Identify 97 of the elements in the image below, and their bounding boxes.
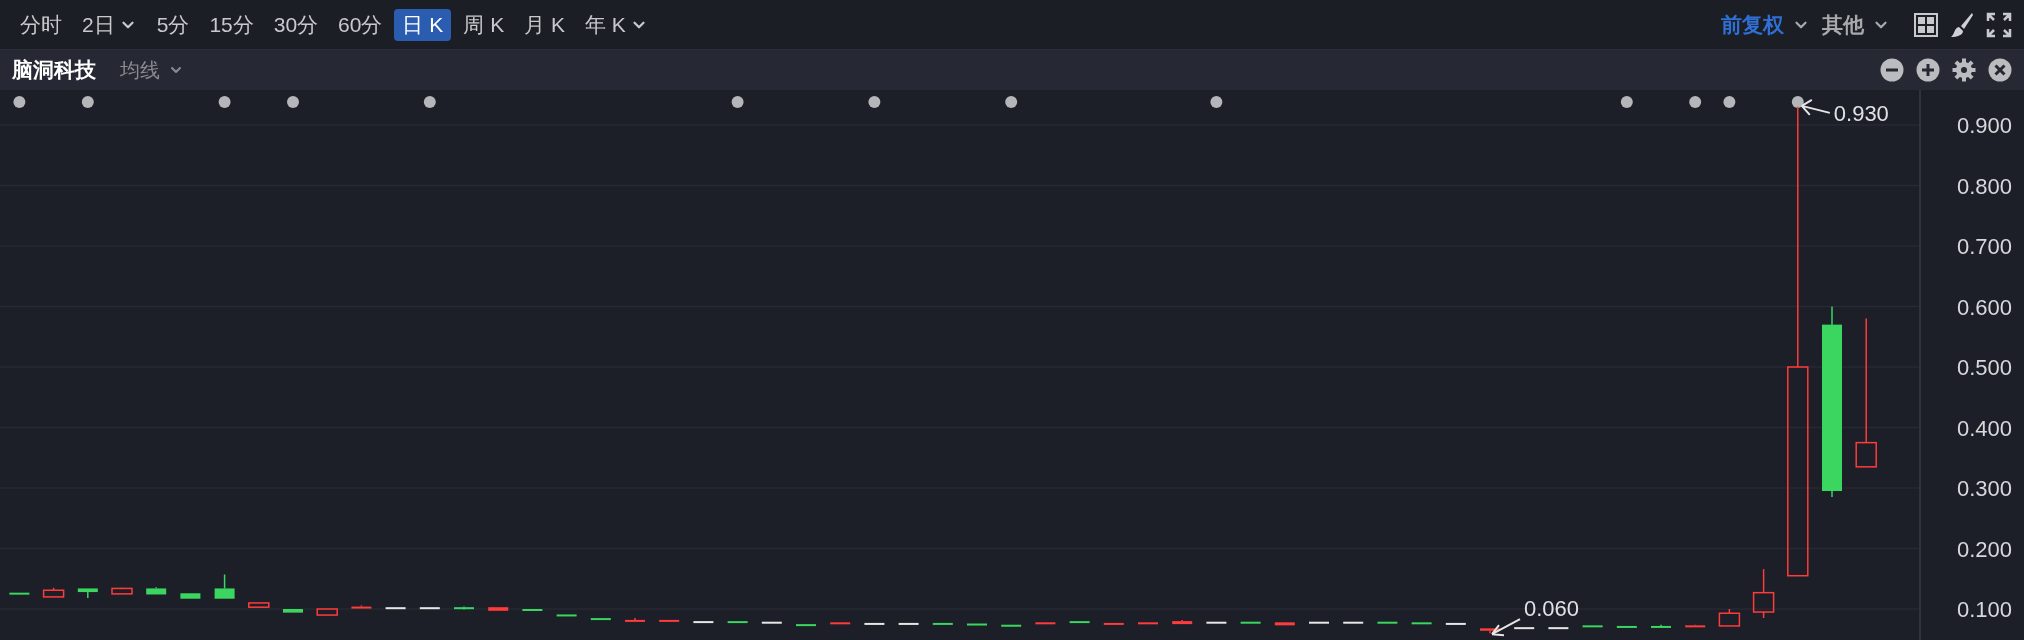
period-tab[interactable]: 5分 [148, 8, 198, 41]
arrow-icon [1491, 618, 1521, 637]
candle [1616, 625, 1637, 628]
period-tab[interactable]: 月 K [516, 8, 573, 41]
plus-icon[interactable] [1916, 58, 1940, 82]
candle [1548, 627, 1569, 630]
event-dot-icon[interactable] [731, 96, 744, 108]
candle [761, 621, 782, 624]
candle [1069, 621, 1090, 624]
period-tab[interactable]: 15分 [201, 8, 262, 41]
candle [556, 614, 577, 617]
candle [214, 573, 235, 599]
price-annotation: 0.930 [1833, 100, 1889, 126]
candle [659, 619, 680, 622]
axis-tick-label: 0.500 [1956, 355, 2012, 380]
candle [248, 602, 270, 608]
candle [316, 608, 338, 616]
period-tab[interactable]: 周 K [455, 8, 513, 41]
event-dot-icon[interactable] [1620, 96, 1633, 108]
candle [283, 609, 303, 613]
grid-layout-icon[interactable] [1914, 12, 1938, 37]
minus-icon[interactable] [1880, 58, 1904, 82]
candle [1377, 621, 1398, 624]
candle [590, 618, 611, 621]
candle [727, 621, 748, 624]
candle [1651, 624, 1671, 629]
indicator-dropdown[interactable]: 均线 [120, 55, 184, 85]
candle [488, 607, 509, 611]
candle [1240, 621, 1261, 624]
candle [1103, 622, 1124, 625]
candle [111, 587, 133, 595]
period-tab[interactable]: 30分 [265, 8, 327, 41]
candle [1035, 622, 1056, 625]
option-dropdown[interactable]: 其他 [1822, 8, 1890, 41]
candle [1172, 619, 1193, 625]
candle [351, 604, 372, 609]
fullscreen-icon[interactable] [1986, 11, 2012, 38]
candle [1343, 621, 1364, 624]
candle [1309, 621, 1329, 624]
candle [625, 617, 645, 622]
candle [77, 588, 98, 599]
period-tab[interactable]: 年 K [577, 8, 656, 41]
settings-icon[interactable] [1952, 58, 1976, 82]
candle [454, 605, 474, 611]
candle [1514, 627, 1535, 630]
arrow-icon [1800, 98, 1831, 116]
candle [9, 592, 30, 595]
axis-tick-label: 0.600 [1956, 294, 2012, 320]
period-tab[interactable]: 2日 [74, 8, 145, 41]
candle [1752, 568, 1775, 619]
candle [385, 607, 406, 610]
candle [1274, 622, 1295, 626]
event-dot-icon[interactable] [1791, 96, 1804, 108]
axis-tick-label: 0.900 [1956, 113, 2012, 138]
candle [898, 622, 919, 625]
candle [1206, 621, 1227, 624]
candle [1138, 622, 1158, 625]
event-dot-icon[interactable] [868, 96, 881, 108]
candle [1480, 628, 1500, 634]
event-dot-icon[interactable] [13, 96, 26, 108]
candle [419, 607, 440, 610]
candle [1582, 625, 1603, 628]
event-dot-icon[interactable] [1005, 96, 1018, 108]
event-dot-icon[interactable] [1689, 96, 1702, 108]
axis-tick-label: 0.700 [1956, 234, 2012, 259]
event-dot-icon[interactable] [1210, 96, 1223, 108]
candle [864, 622, 885, 625]
candle [1445, 622, 1466, 625]
event-dot-icon[interactable] [423, 96, 436, 108]
candle [1718, 608, 1741, 627]
candle [830, 622, 851, 625]
candle [146, 586, 167, 595]
event-dot-icon[interactable] [1723, 96, 1736, 108]
candle [967, 623, 987, 626]
candle [42, 587, 65, 598]
period-tab[interactable]: 60分 [330, 8, 391, 41]
axis-tick-label: 0.400 [1956, 415, 2012, 441]
period-tab[interactable]: 日 K [394, 8, 452, 41]
event-dot-icon[interactable] [218, 96, 231, 108]
candle [1001, 624, 1022, 627]
stock-name: 脑洞科技 [12, 57, 96, 84]
candle [693, 621, 714, 624]
candle [796, 624, 816, 627]
candle [1685, 624, 1706, 628]
price-annotation: 0.060 [1524, 596, 1580, 622]
brush-icon[interactable] [1950, 11, 1974, 38]
event-dot-icon[interactable] [81, 96, 94, 108]
candle [932, 622, 953, 625]
event-dot-icon[interactable] [287, 96, 299, 108]
axis-tick-label: 0.200 [1956, 536, 2012, 562]
close-icon[interactable] [1988, 58, 2012, 82]
axis-tick-label: 0.300 [1956, 476, 2012, 501]
period-tab[interactable]: 分时 [12, 8, 70, 41]
axis-tick-label: 0.800 [1956, 173, 2012, 199]
candle [180, 593, 201, 599]
candle [1411, 622, 1432, 625]
axis-tick-label: 0.100 [1956, 597, 2012, 622]
